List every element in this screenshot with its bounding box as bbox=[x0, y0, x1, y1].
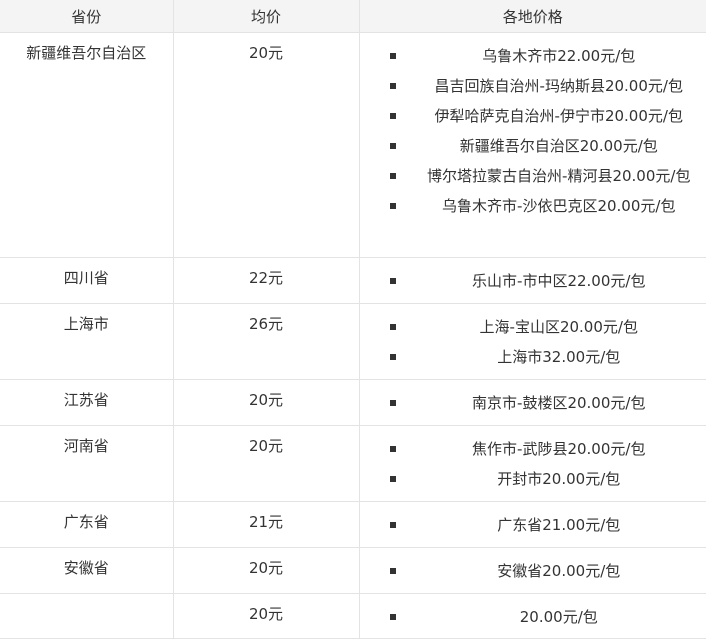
bullet-icon bbox=[389, 568, 396, 574]
price-list: 20.00元/包 bbox=[389, 602, 697, 632]
price-item: 伊犁哈萨克自治州-伊宁市20.00元/包 bbox=[389, 101, 697, 131]
province-cell: 江苏省 bbox=[0, 379, 174, 426]
bullet-icon bbox=[389, 83, 396, 89]
avg-price-cell: 20元 bbox=[173, 379, 360, 426]
bullet-icon bbox=[389, 173, 396, 179]
price-item: 乌鲁木齐市-沙依巴克区20.00元/包 bbox=[389, 191, 697, 221]
price-text: 广东省21.00元/包 bbox=[497, 516, 621, 534]
price-text: 上海市32.00元/包 bbox=[497, 348, 621, 366]
price-item: 博尔塔拉蒙古自治州-精河县20.00元/包 bbox=[389, 161, 697, 191]
header-province: 省份 bbox=[0, 0, 174, 33]
table-row: 江苏省 20元 南京市-鼓楼区20.00元/包 bbox=[0, 379, 706, 426]
avg-price-cell: 20元 bbox=[173, 593, 360, 639]
bullet-icon bbox=[389, 354, 396, 360]
bullet-icon bbox=[389, 522, 396, 528]
price-text: 开封市20.00元/包 bbox=[497, 470, 621, 488]
price-item: 乌鲁木齐市22.00元/包 bbox=[389, 41, 697, 71]
prices-cell: 安徽省20.00元/包 bbox=[359, 547, 706, 594]
price-item: 南京市-鼓楼区20.00元/包 bbox=[389, 388, 697, 418]
price-text: 昌吉回族自治州-玛纳斯县20.00元/包 bbox=[434, 77, 683, 95]
price-list: 安徽省20.00元/包 bbox=[389, 556, 697, 586]
bullet-icon bbox=[389, 324, 396, 330]
bullet-icon bbox=[389, 53, 396, 59]
price-list: 广东省21.00元/包 bbox=[389, 510, 697, 540]
price-item: 新疆维吾尔自治区20.00元/包 bbox=[389, 131, 697, 161]
province-cell: 上海市 bbox=[0, 303, 174, 380]
price-text: 焦作市-武陟县20.00元/包 bbox=[472, 440, 646, 458]
prices-cell: 乌鲁木齐市22.00元/包 昌吉回族自治州-玛纳斯县20.00元/包 伊犁哈萨克… bbox=[359, 32, 706, 258]
price-item: 开封市20.00元/包 bbox=[389, 464, 697, 494]
avg-price-cell: 21元 bbox=[173, 501, 360, 548]
price-list: 南京市-鼓楼区20.00元/包 bbox=[389, 388, 697, 418]
province-cell: 四川省 bbox=[0, 257, 174, 304]
bullet-icon bbox=[389, 143, 396, 149]
price-text: 乌鲁木齐市-沙依巴克区20.00元/包 bbox=[442, 197, 676, 215]
price-list: 乌鲁木齐市22.00元/包 昌吉回族自治州-玛纳斯县20.00元/包 伊犁哈萨克… bbox=[389, 41, 697, 221]
avg-price-cell: 20元 bbox=[173, 547, 360, 594]
prices-cell: 乐山市-市中区22.00元/包 bbox=[359, 257, 706, 304]
bullet-icon bbox=[389, 614, 396, 620]
table-header: 省份 均价 各地价格 bbox=[0, 0, 706, 33]
price-item: 安徽省20.00元/包 bbox=[389, 556, 697, 586]
price-text: 南京市-鼓楼区20.00元/包 bbox=[472, 394, 646, 412]
price-item: 上海-宝山区20.00元/包 bbox=[389, 312, 697, 342]
price-text: 安徽省20.00元/包 bbox=[497, 562, 621, 580]
bullet-icon bbox=[389, 203, 396, 209]
price-text: 上海-宝山区20.00元/包 bbox=[479, 318, 638, 336]
prices-cell: 上海-宝山区20.00元/包 上海市32.00元/包 bbox=[359, 303, 706, 380]
price-text: 乐山市-市中区22.00元/包 bbox=[472, 272, 646, 290]
header-local-prices: 各地价格 bbox=[359, 0, 706, 33]
price-text: 20.00元/包 bbox=[519, 608, 598, 626]
bullet-icon bbox=[389, 476, 396, 482]
price-item: 昌吉回族自治州-玛纳斯县20.00元/包 bbox=[389, 71, 697, 101]
price-text: 乌鲁木齐市22.00元/包 bbox=[482, 47, 636, 65]
prices-cell: 南京市-鼓楼区20.00元/包 bbox=[359, 379, 706, 426]
table-row: 广东省 21元 广东省21.00元/包 bbox=[0, 501, 706, 548]
header-avg-price: 均价 bbox=[173, 0, 360, 33]
avg-price-cell: 22元 bbox=[173, 257, 360, 304]
price-list: 上海-宝山区20.00元/包 上海市32.00元/包 bbox=[389, 312, 697, 372]
prices-cell: 广东省21.00元/包 bbox=[359, 501, 706, 548]
province-cell: 新疆维吾尔自治区 bbox=[0, 32, 174, 258]
avg-price-cell: 20元 bbox=[173, 425, 360, 502]
price-text: 博尔塔拉蒙古自治州-精河县20.00元/包 bbox=[427, 167, 691, 185]
table-row: 上海市 26元 上海-宝山区20.00元/包 上海市32.00元/包 bbox=[0, 303, 706, 380]
table-row: 新疆维吾尔自治区 20元 乌鲁木齐市22.00元/包 昌吉回族自治州-玛纳斯县2… bbox=[0, 32, 706, 258]
avg-price-cell: 26元 bbox=[173, 303, 360, 380]
price-text: 新疆维吾尔自治区20.00元/包 bbox=[459, 137, 658, 155]
price-item: 广东省21.00元/包 bbox=[389, 510, 697, 540]
table-row: 河南省 20元 焦作市-武陟县20.00元/包 开封市20.00元/包 bbox=[0, 425, 706, 502]
price-text: 伊犁哈萨克自治州-伊宁市20.00元/包 bbox=[434, 107, 683, 125]
price-item: 上海市32.00元/包 bbox=[389, 342, 697, 372]
prices-cell: 焦作市-武陟县20.00元/包 开封市20.00元/包 bbox=[359, 425, 706, 502]
bullet-icon bbox=[389, 446, 396, 452]
price-item: 乐山市-市中区22.00元/包 bbox=[389, 266, 697, 296]
price-list: 焦作市-武陟县20.00元/包 开封市20.00元/包 bbox=[389, 434, 697, 494]
avg-price-cell: 20元 bbox=[173, 32, 360, 258]
table-row: 四川省 22元 乐山市-市中区22.00元/包 bbox=[0, 257, 706, 304]
province-cell bbox=[0, 593, 174, 639]
province-cell: 河南省 bbox=[0, 425, 174, 502]
prices-cell: 20.00元/包 bbox=[359, 593, 706, 639]
table-row: 安徽省 20元 安徽省20.00元/包 bbox=[0, 547, 706, 594]
price-item: 20.00元/包 bbox=[389, 602, 697, 632]
bullet-icon bbox=[389, 400, 396, 406]
price-table: 省份 均价 各地价格 新疆维吾尔自治区 20元 乌鲁木齐市22.00元/包 昌吉… bbox=[0, 0, 706, 639]
bullet-icon bbox=[389, 113, 396, 119]
bullet-icon bbox=[389, 278, 396, 284]
province-cell: 广东省 bbox=[0, 501, 174, 548]
price-item: 焦作市-武陟县20.00元/包 bbox=[389, 434, 697, 464]
price-list: 乐山市-市中区22.00元/包 bbox=[389, 266, 697, 296]
province-cell: 安徽省 bbox=[0, 547, 174, 594]
table-row: 20元 20.00元/包 bbox=[0, 593, 706, 639]
